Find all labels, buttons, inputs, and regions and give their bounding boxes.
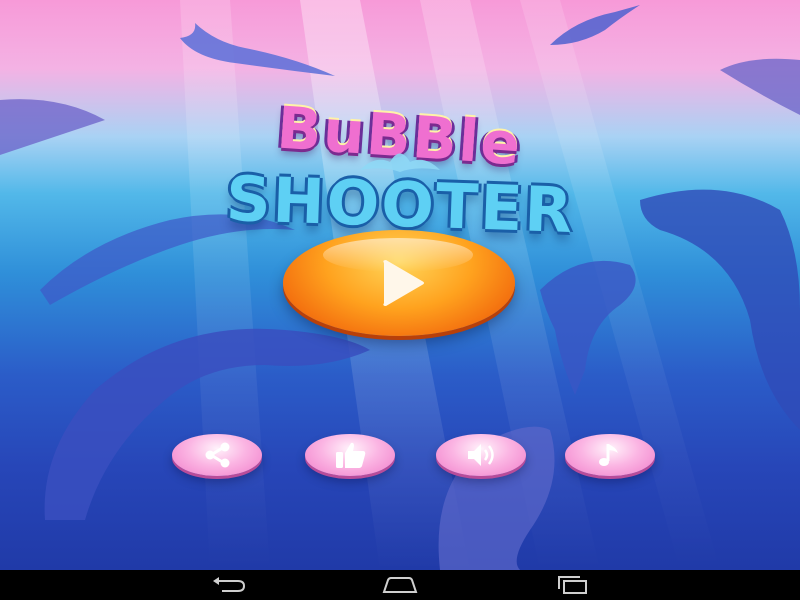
sound-button[interactable] [436,434,526,476]
music-note-icon [599,444,618,466]
speaker-icon [468,444,494,466]
dolphin-top-left [180,23,335,76]
dolphin-large-bottom-left [44,328,370,520]
dolphin-center-right [540,260,636,395]
play-icon [383,260,424,306]
system-navigation-bar [0,570,800,600]
home-icon[interactable] [380,576,420,594]
game-background: BuBBle SHOOTER [0,0,800,570]
thumbs-up-icon [336,442,366,468]
dolphin-top-right [550,5,640,45]
back-icon[interactable] [208,576,248,594]
music-button[interactable] [565,434,655,476]
play-button[interactable] [283,230,515,336]
share-button[interactable] [172,434,262,476]
recents-icon[interactable] [552,576,592,594]
share-icon [205,442,230,468]
like-button[interactable] [305,434,395,476]
